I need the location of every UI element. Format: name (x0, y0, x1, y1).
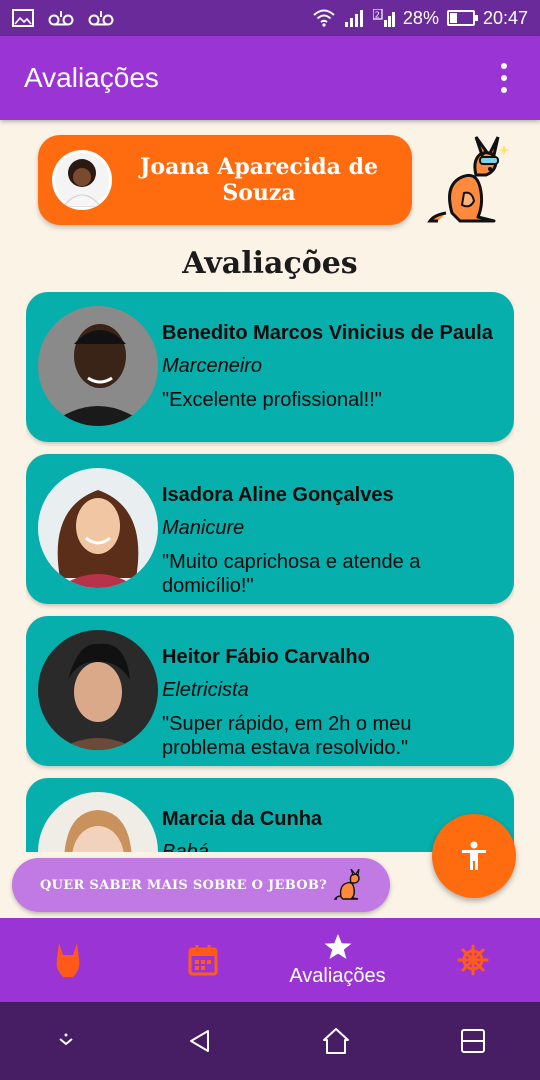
app-bar: Avaliações (0, 36, 540, 120)
sim2-signal-icon: 2 (372, 9, 395, 27)
review-text: Isadora Aline Gonçalves Manicure "Muito … (162, 468, 500, 598)
reviewer-photo (38, 630, 158, 750)
review-text: Marcia da Cunha Babá (162, 792, 322, 852)
kangaroo-icon (56, 943, 79, 977)
reviewer-photo (38, 468, 158, 588)
profile-card[interactable]: Joana Aparecida de Souza (38, 135, 412, 225)
section-title: Avaliações (182, 246, 358, 281)
helm-icon (457, 944, 488, 976)
nav-label-reviews: Avaliações (289, 964, 386, 987)
system-nav (0, 1002, 540, 1080)
status-right: 2 28% 20:47 (313, 8, 528, 29)
recents-icon[interactable] (460, 1028, 486, 1054)
info-pill-button[interactable]: QUER SABER MAIS SOBRE O JEBOB? (12, 858, 390, 912)
battery-icon (446, 10, 478, 26)
review-card[interactable]: Heitor Fábio Carvalho Eletricista "Super… (26, 616, 514, 766)
reviewer-photo (38, 306, 158, 426)
review-text: Benedito Marcos Vinicius de Paula Marcen… (162, 306, 493, 412)
review-text: Heitor Fábio Carvalho Eletricista "Super… (162, 630, 500, 760)
nav-item-reviews[interactable]: Avaliações (270, 918, 405, 1002)
bottom-nav: Avaliações (0, 918, 540, 1002)
star-icon (324, 933, 351, 959)
chevron-down-icon[interactable] (54, 1031, 78, 1051)
gallery-icon (12, 9, 34, 27)
voicemail-icon (88, 11, 114, 26)
review-card[interactable]: Isadora Aline Gonçalves Manicure "Muito … (26, 454, 514, 604)
accessibility-icon (462, 841, 486, 870)
profile-name: Joana Aparecida de Souza (140, 154, 378, 206)
app-bar-title: Avaliações (24, 62, 159, 93)
battery-fill (449, 13, 457, 23)
wifi-icon (313, 9, 335, 27)
accessibility-button[interactable] (432, 814, 516, 898)
signal-icon (344, 10, 363, 27)
review-comment: "Excelente profissional!!" (162, 389, 382, 411)
more-vert-icon[interactable] (492, 63, 516, 93)
review-card[interactable]: Benedito Marcos Vinicius de Paula Marcen… (26, 292, 514, 442)
reviewer-name: Benedito Marcos Vinicius de Paula (162, 322, 493, 344)
calendar-icon (188, 945, 217, 976)
status-bar: 2 28% 20:47 (0, 0, 540, 36)
info-pill-text: QUER SABER MAIS SOBRE O JEBOB? (40, 877, 328, 893)
reviewer-profession: Manicure (162, 517, 245, 539)
reviewer-profession: Babá (162, 841, 209, 852)
clock: 20:47 (482, 7, 528, 28)
reviews-list[interactable]: Benedito Marcos Vinicius de Paula Marcen… (26, 292, 514, 852)
reviewer-name: Isadora Aline Gonçalves (162, 484, 394, 506)
avatar (52, 150, 112, 210)
status-left (12, 9, 114, 27)
voicemail-icon (48, 11, 74, 26)
nav-item-settings[interactable] (405, 918, 540, 1002)
reviewer-name: Marcia da Cunha (162, 808, 323, 830)
reviewer-profession: Eletricista (162, 679, 249, 701)
reviewer-profession: Marceneiro (162, 355, 263, 377)
review-comment: "Muito caprichosa e atende a domicílio!" (162, 551, 421, 597)
nav-item-home[interactable] (0, 918, 135, 1002)
kangaroo-icon (333, 869, 360, 900)
reviewer-photo (38, 792, 158, 852)
back-icon[interactable] (187, 1028, 213, 1054)
reviewer-name: Heitor Fábio Carvalho (162, 646, 370, 668)
kangaroo-mascot-icon (427, 136, 510, 223)
review-comment: "Super rápido, em 2h o meu problema esta… (162, 713, 412, 759)
svg-text:2: 2 (375, 11, 380, 20)
battery-percent: 28% (402, 7, 439, 28)
home-icon[interactable] (321, 1027, 351, 1055)
nav-item-calendar[interactable] (135, 918, 270, 1002)
